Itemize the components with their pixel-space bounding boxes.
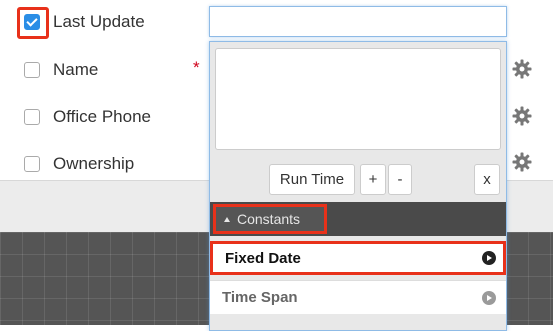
gear-icon[interactable] [512, 106, 532, 126]
field-checkbox-name[interactable] [24, 62, 40, 78]
formula-input[interactable] [209, 6, 507, 37]
required-star: * [193, 58, 200, 77]
arrow-circle-right-icon [482, 291, 496, 305]
field-row-name[interactable]: Name [24, 58, 98, 82]
list-item-time-span[interactable]: Time Span [210, 280, 506, 314]
field-checkbox-last-update[interactable] [24, 14, 40, 30]
field-label-ownership: Ownership [53, 154, 135, 173]
run-time-button[interactable]: Run Time [269, 164, 355, 195]
arrow-circle-right-icon [482, 251, 496, 265]
formula-textarea[interactable] [215, 48, 501, 150]
plus-button[interactable]: + [360, 164, 386, 195]
field-checkbox-office-phone[interactable] [24, 109, 40, 125]
formula-builder-dropdown: Run Time + - x Constants Fixed Date Time… [209, 41, 507, 331]
field-row-office-phone[interactable]: Office Phone [24, 105, 151, 129]
constants-label: Constants [237, 211, 301, 227]
close-button[interactable]: x [474, 164, 500, 195]
list-item-label: Time Span [222, 289, 298, 306]
field-row-ownership[interactable]: Ownership [24, 152, 134, 176]
gear-icon[interactable] [512, 59, 532, 79]
field-checkbox-ownership[interactable] [24, 156, 40, 172]
caret-up-icon [224, 216, 230, 222]
gear-icon[interactable] [512, 152, 532, 172]
field-label-name: Name [53, 60, 99, 79]
field-label-office-phone: Office Phone [53, 107, 151, 126]
constants-section-toggle[interactable]: Constants [213, 204, 327, 234]
list-item-fixed-date[interactable]: Fixed Date [210, 241, 506, 275]
field-row-last-update[interactable]: Last Update [24, 10, 145, 34]
field-label-last-update: Last Update [53, 12, 145, 31]
list-item-label: Fixed Date [225, 249, 301, 267]
minus-button[interactable]: - [388, 164, 412, 195]
